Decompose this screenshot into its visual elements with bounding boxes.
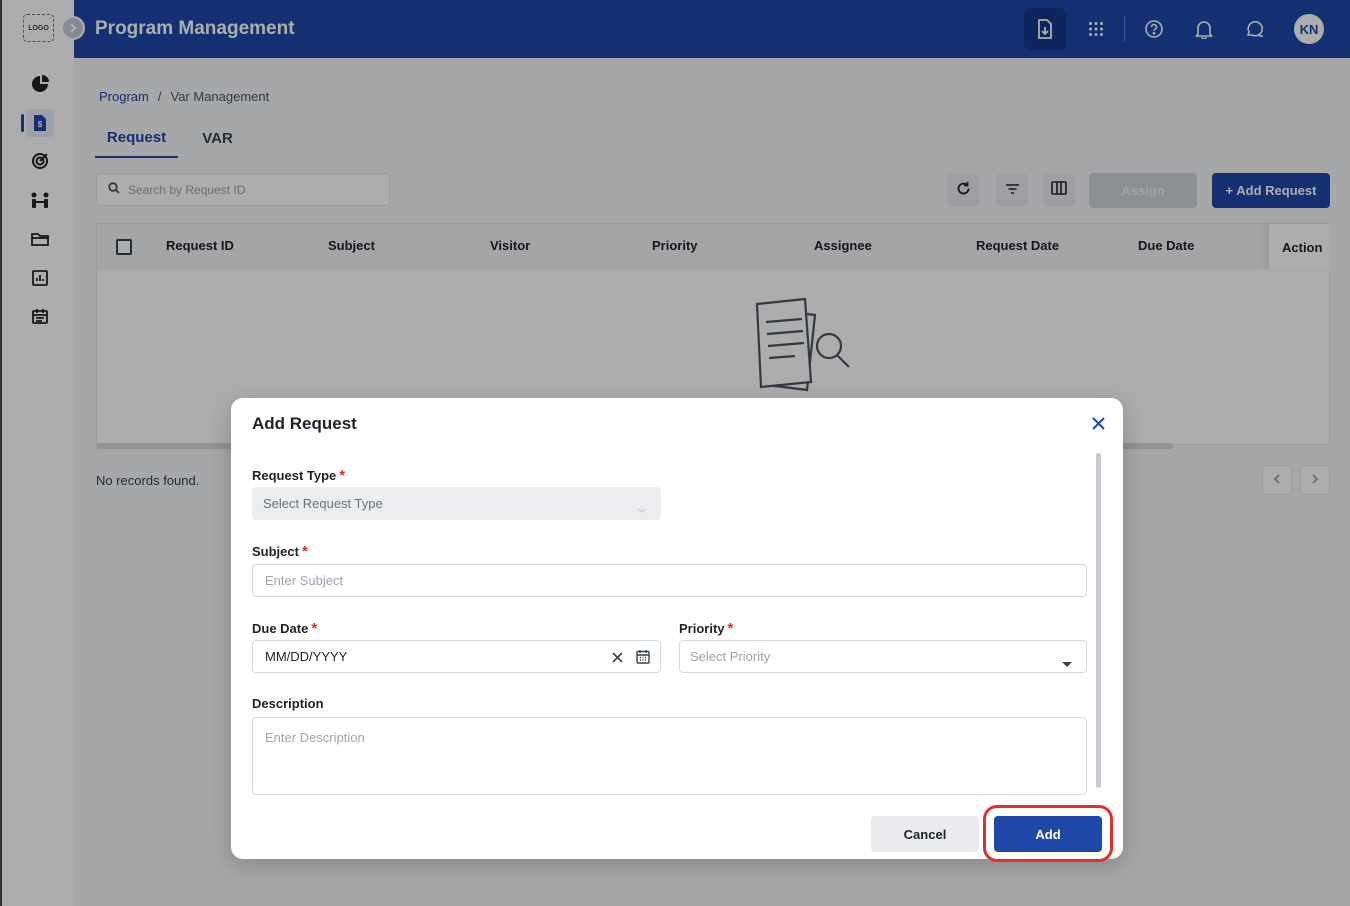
required-mark: * xyxy=(301,543,308,560)
dialog-scrollbar[interactable] xyxy=(1096,453,1101,788)
dropdown-arrow-icon xyxy=(1062,655,1072,670)
request-type-label-text: Request Type xyxy=(252,468,337,483)
due-date-input[interactable]: MM/DD/YYYY xyxy=(252,640,661,673)
priority-placeholder: Select Priority xyxy=(690,649,771,664)
due-date-label: Due Date * xyxy=(252,620,317,637)
description-textarea[interactable]: Enter Description xyxy=(252,717,1087,795)
cancel-button[interactable]: Cancel xyxy=(871,816,979,852)
clear-icon[interactable] xyxy=(612,651,623,666)
required-mark: * xyxy=(339,467,346,484)
request-type-select[interactable]: Select Request Type xyxy=(252,487,661,520)
highlight-annotation xyxy=(983,805,1113,862)
subject-placeholder: Enter Subject xyxy=(265,573,344,588)
subject-label-text: Subject xyxy=(252,544,299,559)
required-mark: * xyxy=(311,620,318,637)
dialog-title: Add Request xyxy=(252,414,357,433)
close-icon[interactable] xyxy=(1088,413,1108,433)
required-mark: * xyxy=(727,620,734,637)
subject-label: Subject * xyxy=(252,543,308,560)
due-date-value: MM/DD/YYYY xyxy=(265,649,348,664)
request-type-placeholder: Select Request Type xyxy=(263,496,383,511)
request-type-label: Request Type * xyxy=(252,467,345,484)
add-request-dialog: Add Request Request Type * Select Request… xyxy=(231,398,1123,862)
priority-label: Priority * xyxy=(679,620,733,637)
description-label: Description xyxy=(252,696,324,711)
due-date-label-text: Due Date xyxy=(252,621,309,636)
subject-input[interactable]: Enter Subject xyxy=(252,564,1087,597)
priority-select[interactable]: Select Priority xyxy=(679,640,1087,673)
calendar-icon[interactable] xyxy=(636,649,650,667)
priority-label-text: Priority xyxy=(679,621,725,636)
chevron-down-icon xyxy=(638,501,646,516)
